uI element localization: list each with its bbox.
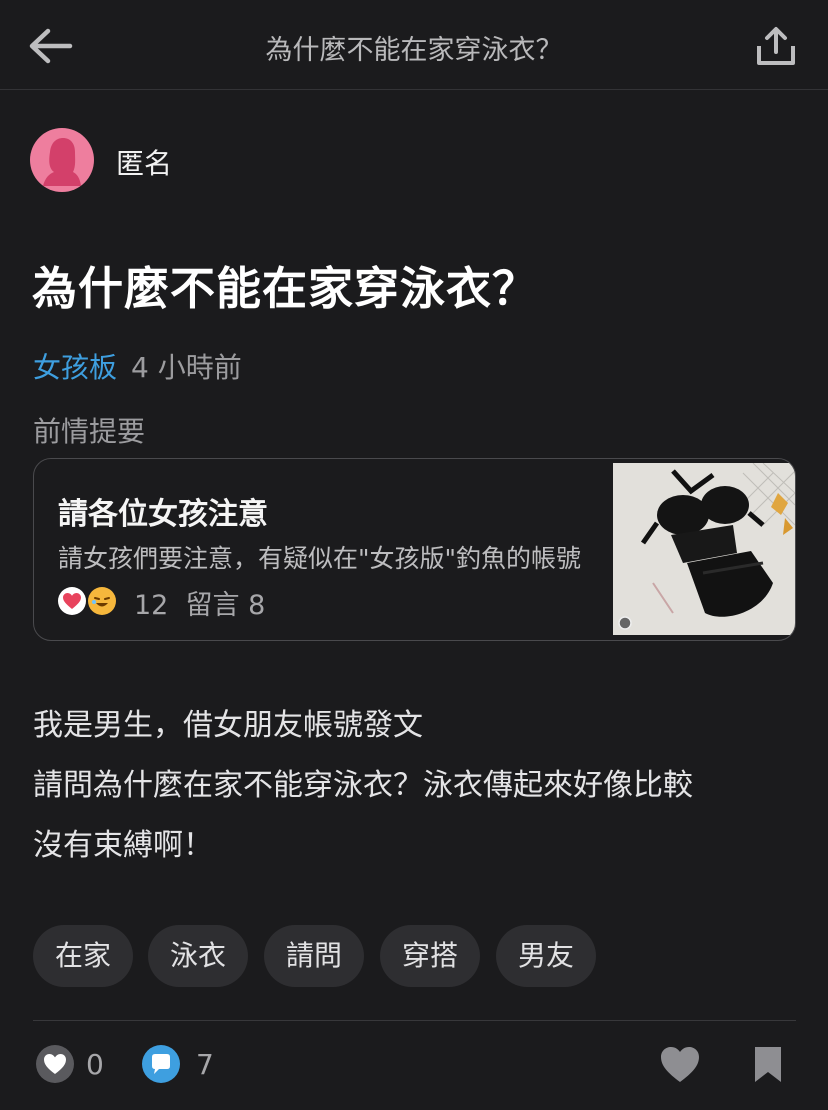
post-body-line: 沒有束縛啊！ [33, 828, 213, 863]
laugh-reaction-icon [88, 587, 116, 615]
recap-card-title: 請各位女孩注意 [58, 497, 268, 532]
tag-chip[interactable]: 請問 [264, 925, 364, 987]
post-body-line: 請問為什麼在家不能穿泳衣？泳衣傳起來好像比較 [33, 768, 693, 803]
share-upload-icon [757, 27, 795, 65]
arrow-left-icon [29, 28, 73, 64]
comment-stat[interactable] [141, 1044, 181, 1088]
tag-chip[interactable]: 泳衣 [148, 925, 248, 987]
female-silhouette-icon [43, 138, 81, 186]
top-bar: 為什麼不能在家穿泳衣？ [0, 0, 828, 90]
chat-bubble-icon [142, 1045, 180, 1083]
recap-label: 前情提要 [33, 415, 146, 448]
recap-card[interactable]: 請各位女孩注意 請女孩們要注意，有疑似在"女孩版"釣魚的帳號 12 留言 8 [33, 458, 796, 641]
action-bar: 0 7 [0, 1040, 828, 1100]
post-body: 我是男生，借女朋友帳號發文 請問為什麼在家不能穿泳衣？泳衣傳起來好像比較 沒有束… [33, 696, 803, 876]
back-button[interactable] [26, 26, 74, 66]
heart-icon [36, 1045, 74, 1083]
like-button[interactable] [658, 1044, 702, 1088]
heart-icon [661, 1047, 699, 1082]
post-title: 為什麼不能在家穿泳衣？ [32, 262, 539, 315]
tag-chip[interactable]: 男友 [496, 925, 596, 987]
bookmark-button[interactable] [752, 1044, 784, 1088]
share-button[interactable] [754, 24, 798, 68]
recap-card-counts: 12 留言 8 [134, 590, 266, 621]
post-body-line: 我是男生，借女朋友帳號發文 [33, 708, 423, 743]
comment-count: 7 [196, 1048, 214, 1081]
like-count: 0 [86, 1048, 104, 1081]
like-stat[interactable] [35, 1044, 75, 1088]
post-meta: 女孩板 4 小時前 [33, 346, 242, 386]
divider [33, 1020, 796, 1021]
post-time: 4 小時前 [131, 351, 242, 384]
tag-chip[interactable]: 在家 [33, 925, 133, 987]
heart-reaction-icon [58, 587, 86, 615]
black-swimsuit-photo [613, 462, 795, 635]
recap-card-thumbnail [613, 462, 795, 635]
nav-title: 為什麼不能在家穿泳衣？ [265, 35, 563, 66]
board-link[interactable]: 女孩板 [33, 351, 117, 384]
author-name[interactable]: 匿名 [116, 142, 172, 182]
tag-chip[interactable]: 穿搭 [380, 925, 480, 987]
bookmark-icon [755, 1047, 781, 1082]
avatar[interactable] [30, 128, 94, 192]
recap-card-excerpt: 請女孩們要注意，有疑似在"女孩版"釣魚的帳號 [58, 544, 581, 573]
